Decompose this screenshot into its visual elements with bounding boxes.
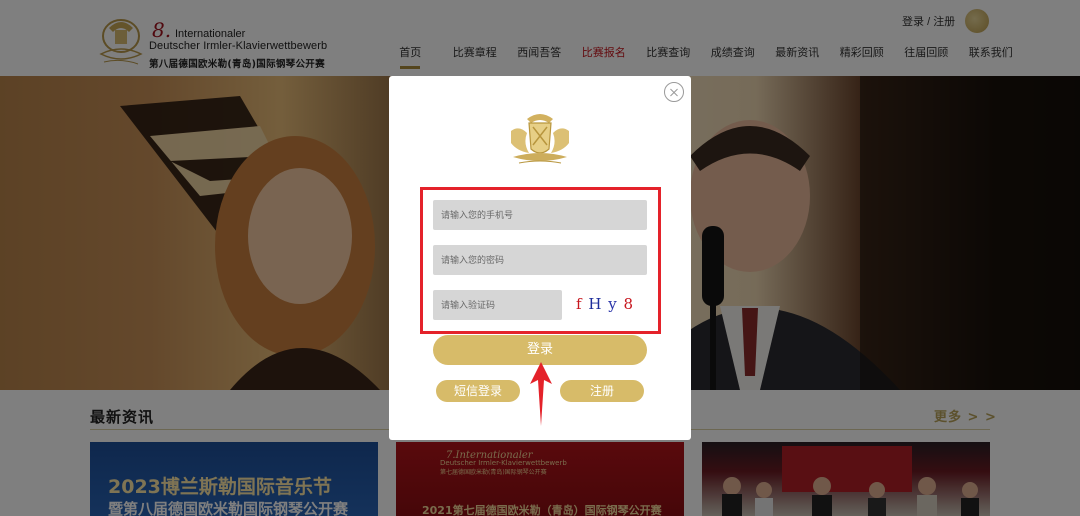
password-input[interactable] bbox=[433, 245, 647, 275]
phone-input[interactable] bbox=[433, 200, 647, 230]
close-icon[interactable] bbox=[664, 82, 684, 102]
register-button[interactable]: 注册 bbox=[560, 380, 644, 402]
crest-logo-icon bbox=[511, 114, 569, 164]
captcha-input[interactable] bbox=[433, 290, 562, 320]
sms-login-button[interactable]: 短信登录 bbox=[436, 380, 520, 402]
captcha-char-2: H bbox=[588, 295, 603, 313]
annotation-arrow-icon bbox=[530, 362, 552, 426]
captcha-char-4: 8 bbox=[623, 295, 635, 313]
captcha-image[interactable]: f H y 8 bbox=[576, 292, 640, 316]
captcha-char-1: f bbox=[576, 295, 583, 313]
captcha-char-3: y bbox=[608, 295, 618, 313]
login-button[interactable]: 登录 bbox=[433, 335, 647, 365]
